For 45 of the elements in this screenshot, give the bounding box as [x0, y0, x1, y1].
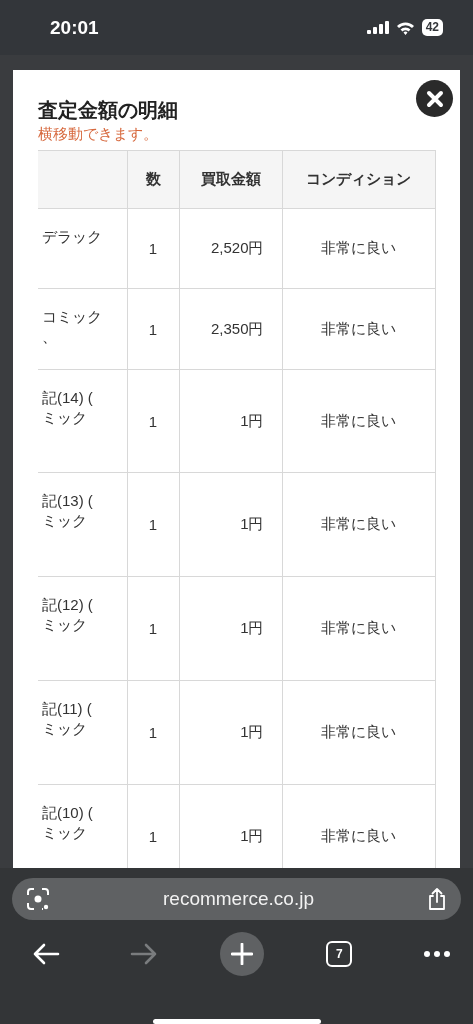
table-cell: 1	[127, 472, 179, 577]
column-header: 数	[127, 150, 179, 209]
table-cell: 非常に良い	[282, 288, 435, 370]
table-cell: 非常に良い	[282, 208, 435, 289]
table-cell: 1円	[179, 680, 282, 785]
new-tab-button[interactable]	[219, 932, 264, 976]
table-cell: 1	[127, 576, 179, 681]
table-cell: 1	[127, 369, 179, 473]
table-cell: 1円	[179, 369, 282, 473]
clock-time: 20:01	[50, 16, 99, 39]
table-cell: 1円	[179, 472, 282, 577]
table-cell: 2,350円	[179, 288, 282, 370]
table-cell: 非常に良い	[282, 472, 435, 577]
table-cell: 1	[127, 680, 179, 785]
forward-arrow-icon	[129, 943, 158, 965]
close-icon	[425, 89, 444, 108]
table-cell: 非常に良い	[282, 680, 435, 785]
table-cell: 記(11) ( ミック	[38, 680, 127, 785]
column-header: 買取金額	[179, 150, 282, 209]
table-cell: 1	[127, 208, 179, 289]
signal-icon	[366, 21, 389, 34]
table-cell: 記(13) ( ミック	[38, 472, 127, 577]
back-arrow-icon	[32, 943, 60, 965]
table-cell: 非常に良い	[282, 369, 435, 473]
more-icon	[424, 951, 450, 957]
column-header: コンディション	[282, 150, 435, 209]
table-cell: 非常に良い	[282, 576, 435, 681]
table-cell: 2,520円	[179, 208, 282, 289]
plus-icon	[230, 943, 253, 965]
tab-count-button[interactable]: 7	[317, 932, 362, 976]
battery-level: 42	[421, 19, 443, 36]
dialog-title: 査定金額の明細	[38, 98, 178, 123]
address-bar[interactable]: recommerce.co.jp	[12, 878, 461, 920]
table-cell: 記(12) ( ミック	[38, 576, 127, 681]
share-icon	[427, 886, 447, 911]
table-cell: コミック 、	[38, 288, 127, 370]
wifi-icon	[395, 20, 415, 35]
close-button[interactable]	[416, 80, 453, 117]
table-cell: 記(14) ( ミック	[38, 369, 127, 473]
lens-icon	[26, 886, 50, 911]
table-cell: 1	[127, 288, 179, 370]
url-text: recommerce.co.jp	[163, 887, 314, 910]
scroll-hint: 横移動できます。	[38, 125, 158, 144]
table-cell: 1円	[179, 576, 282, 681]
table-cell: デラック	[38, 208, 127, 289]
